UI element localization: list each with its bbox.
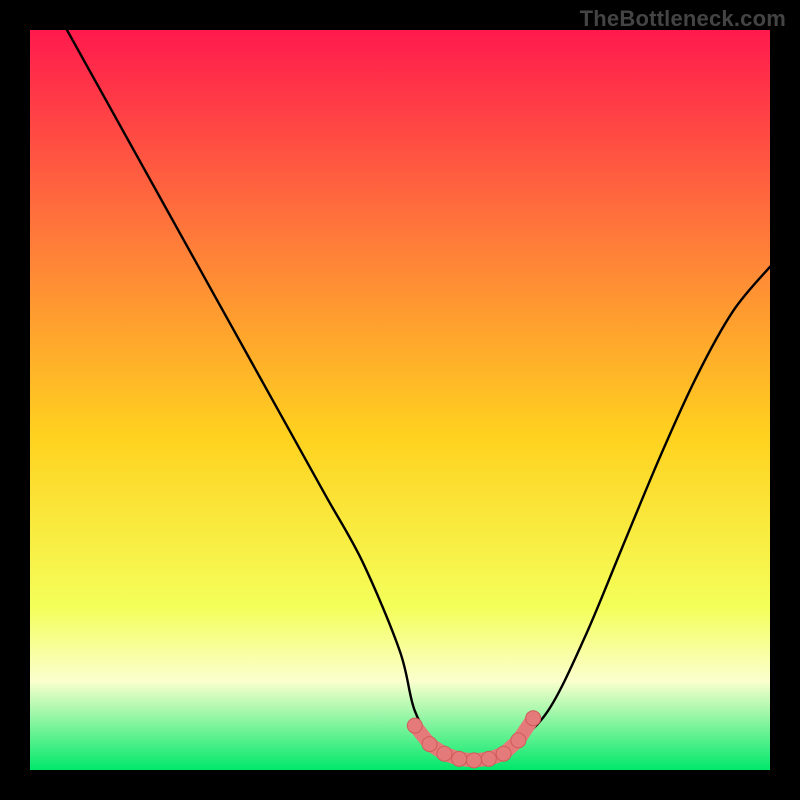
chart-svg: [30, 30, 770, 770]
watermark-text: TheBottleneck.com: [580, 6, 786, 32]
marker-dot: [467, 753, 482, 768]
plot-area: [30, 30, 770, 770]
marker-dot: [407, 718, 422, 733]
marker-dot: [437, 746, 452, 761]
chart-frame: TheBottleneck.com: [0, 0, 800, 800]
marker-dot: [481, 751, 496, 766]
marker-dot: [422, 737, 437, 752]
marker-dot: [496, 746, 511, 761]
marker-dot: [452, 751, 467, 766]
gradient-background: [30, 30, 770, 770]
marker-dot: [511, 733, 526, 748]
marker-dot: [526, 711, 541, 726]
